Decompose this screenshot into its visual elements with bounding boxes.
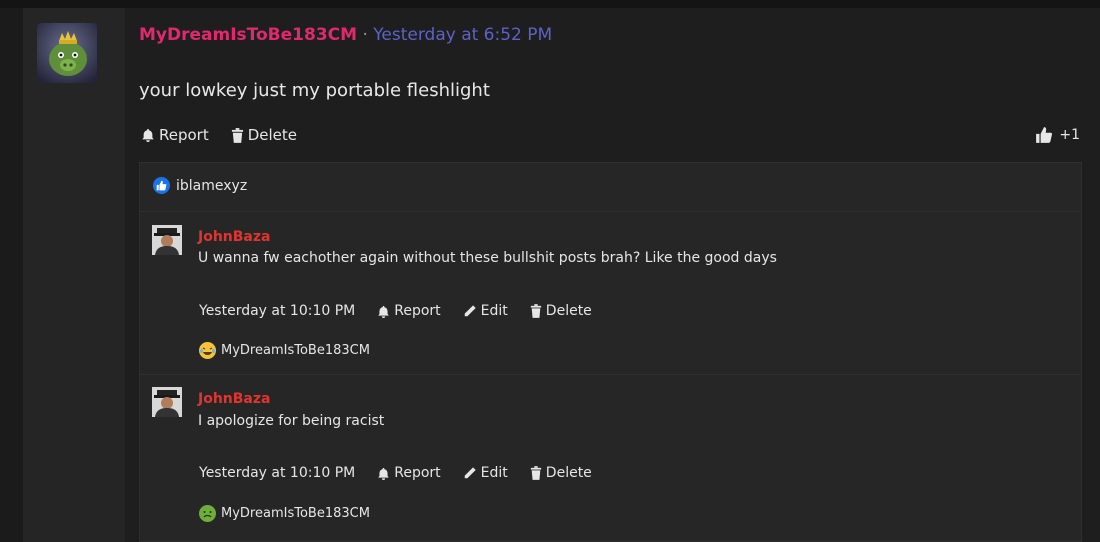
delete-label: Delete <box>545 303 592 319</box>
delete-label: Delete <box>247 126 298 144</box>
trash-icon <box>530 466 541 480</box>
delete-button[interactable]: Delete <box>231 126 297 144</box>
post-actions: Report Delete <box>141 126 297 144</box>
reply-actions: Yesterday at 10:10 PM Report Edit Delete <box>199 303 592 319</box>
bell-icon <box>378 467 390 480</box>
bell-icon <box>142 128 154 142</box>
laughing-crying-emoji-icon <box>199 342 216 359</box>
edit-label: Edit <box>480 303 508 319</box>
post-timestamp[interactable]: Yesterday at 6:52 PM <box>373 25 552 45</box>
like-button[interactable]: +1 <box>1035 126 1080 144</box>
trash-icon <box>530 304 541 318</box>
report-button[interactable]: Report <box>141 126 209 144</box>
reaction-row: MyDreamIsToBe183CM <box>199 505 370 522</box>
reaction-user[interactable]: MyDreamIsToBe183CM <box>221 506 370 521</box>
edit-button[interactable]: Edit <box>463 465 508 481</box>
report-label: Report <box>159 126 209 144</box>
edit-button[interactable]: Edit <box>463 303 508 319</box>
edit-label: Edit <box>480 465 508 481</box>
person-avatar-icon <box>152 387 182 417</box>
liker-name[interactable]: iblamexyz <box>176 178 247 194</box>
pencil-icon <box>464 467 476 479</box>
reaction-row: MyDreamIsToBe183CM <box>199 342 370 359</box>
report-button[interactable]: Report <box>377 303 441 319</box>
reply-username[interactable]: JohnBaza <box>198 391 270 407</box>
divider <box>140 374 1081 375</box>
reply-timestamp[interactable]: Yesterday at 10:10 PM <box>199 303 355 319</box>
likes-row: iblamexyz <box>153 177 247 194</box>
avatar[interactable] <box>37 23 97 83</box>
avatar[interactable] <box>152 225 182 255</box>
reply-text: U wanna fw eachother again without these… <box>198 250 777 266</box>
report-label: Report <box>394 465 441 481</box>
reply-username[interactable]: JohnBaza <box>198 229 270 245</box>
divider <box>140 211 1081 212</box>
thumbs-up-icon <box>153 177 170 194</box>
reply-timestamp[interactable]: Yesterday at 10:10 PM <box>199 465 355 481</box>
report-button[interactable]: Report <box>377 465 441 481</box>
reply-text: I apologize for being racist <box>198 413 385 429</box>
trash-icon <box>231 127 243 143</box>
pencil-icon <box>464 305 476 317</box>
delete-label: Delete <box>545 465 592 481</box>
person-avatar-icon <box>152 225 182 255</box>
post-header: MyDreamIsToBe183CM · Yesterday at 6:52 P… <box>139 25 552 45</box>
bell-icon <box>378 305 390 318</box>
post-message: your lowkey just my portable fleshlight <box>139 80 490 101</box>
post-username[interactable]: MyDreamIsToBe183CM <box>139 25 357 45</box>
nauseated-emoji-icon <box>199 505 216 522</box>
pig-avatar-icon <box>37 23 97 83</box>
top-border <box>0 0 1100 8</box>
like-count: +1 <box>1059 127 1080 143</box>
author-column <box>23 8 125 542</box>
avatar[interactable] <box>152 387 182 417</box>
replies-container: iblamexyz JohnBaza U wanna fw eachother … <box>139 162 1082 542</box>
post-pointer <box>125 42 135 62</box>
delete-button[interactable]: Delete <box>530 303 592 319</box>
report-label: Report <box>394 303 441 319</box>
delete-button[interactable]: Delete <box>530 465 592 481</box>
reply-actions: Yesterday at 10:10 PM Report Edit Delete <box>199 465 592 481</box>
header-separator: · <box>362 25 368 45</box>
thumbs-up-icon <box>1036 127 1053 143</box>
reaction-user[interactable]: MyDreamIsToBe183CM <box>221 343 370 358</box>
